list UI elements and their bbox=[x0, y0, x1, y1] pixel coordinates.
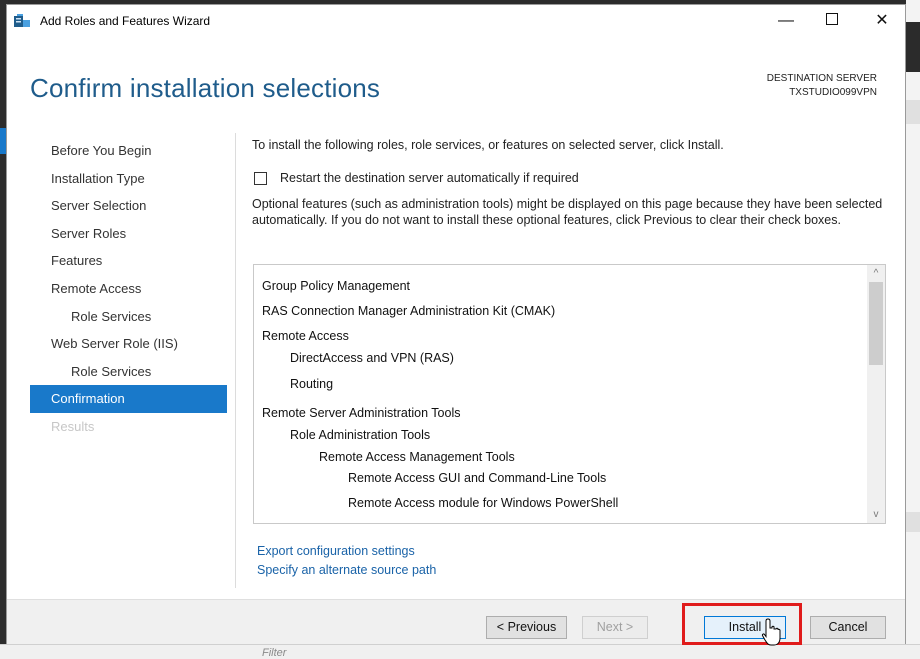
close-icon: ✕ bbox=[875, 12, 889, 29]
scroll-up-arrow-icon[interactable]: ^ bbox=[867, 265, 885, 282]
background-right-dark-strip bbox=[906, 22, 920, 72]
nav-item-server-roles[interactable]: Server Roles bbox=[30, 220, 227, 248]
cancel-button[interactable]: Cancel bbox=[810, 616, 886, 639]
restart-checkbox-label[interactable]: Restart the destination server automatic… bbox=[280, 171, 579, 185]
nav-item-features[interactable]: Features bbox=[30, 247, 227, 275]
minimize-icon: — bbox=[778, 12, 794, 29]
maximize-icon bbox=[826, 13, 838, 26]
nav-item-remote-access[interactable]: Remote Access bbox=[30, 275, 227, 303]
alternate-source-path-link[interactable]: Specify an alternate source path bbox=[257, 563, 436, 577]
list-item: Remote Access Management Tools bbox=[319, 450, 515, 464]
minimize-button[interactable]: — bbox=[763, 5, 809, 37]
background-right-strip bbox=[906, 512, 920, 532]
list-item: Remote Server Administration Tools bbox=[262, 406, 461, 420]
list-item: Group Policy Management bbox=[262, 279, 410, 293]
scroll-down-arrow-icon[interactable]: v bbox=[867, 506, 885, 523]
list-item: RAS Connection Manager Administration Ki… bbox=[262, 304, 556, 318]
list-item: Routing bbox=[290, 377, 334, 391]
restart-option: Restart the destination server automatic… bbox=[254, 171, 579, 185]
nav-item-web-server-role-services[interactable]: Role Services bbox=[30, 358, 227, 386]
features-scrollbar[interactable]: ^ v bbox=[867, 265, 885, 523]
nav-item-server-selection[interactable]: Server Selection bbox=[30, 192, 227, 220]
server-manager-app-icon bbox=[14, 14, 30, 27]
nav-item-results: Results bbox=[51, 418, 95, 434]
close-button[interactable]: ✕ bbox=[859, 5, 905, 37]
wizard-footer: < Previous Next > Install Cancel bbox=[7, 599, 905, 644]
nav-item-remote-access-role-services[interactable]: Role Services bbox=[30, 303, 227, 331]
background-bottom-toolbar: Filter bbox=[0, 644, 920, 659]
next-button: Next > bbox=[582, 616, 648, 639]
install-button[interactable]: Install bbox=[704, 616, 786, 639]
nav-item-installation-type[interactable]: Installation Type bbox=[30, 165, 227, 193]
restart-checkbox[interactable] bbox=[254, 171, 267, 185]
nav-item-web-server-role[interactable]: Web Server Role (IIS) bbox=[30, 330, 227, 358]
optional-features-note: Optional features (such as administratio… bbox=[252, 197, 883, 227]
previous-button[interactable]: < Previous bbox=[486, 616, 567, 639]
wizard-nav: Before You Begin Installation Type Serve… bbox=[30, 137, 227, 441]
features-list-content: Group Policy Management RAS Connection M… bbox=[254, 265, 866, 523]
features-list[interactable]: Group Policy Management RAS Connection M… bbox=[253, 264, 886, 524]
nav-divider bbox=[235, 133, 236, 588]
list-item: DirectAccess and VPN (RAS) bbox=[290, 351, 454, 365]
nav-item-confirmation[interactable]: Confirmation bbox=[30, 385, 227, 413]
background-right-panel bbox=[906, 0, 920, 658]
destination-server-name: TXSTUDIO099VPN bbox=[789, 87, 877, 98]
list-item: Remote Access bbox=[262, 329, 349, 343]
title-bar[interactable]: Add Roles and Features Wizard — ✕ bbox=[7, 5, 905, 37]
destination-server-info: DESTINATION SERVER TXSTUDIO099VPN bbox=[767, 72, 877, 100]
list-item: Remote Access module for Windows PowerSh… bbox=[348, 496, 619, 510]
filter-input-placeholder[interactable]: Filter bbox=[262, 647, 286, 659]
nav-item-before-you-begin[interactable]: Before You Begin bbox=[30, 137, 227, 165]
list-item: Remote Access GUI and Command-Line Tools bbox=[348, 471, 607, 485]
background-right-strip bbox=[906, 100, 920, 124]
maximize-button[interactable] bbox=[809, 5, 855, 37]
export-configuration-link[interactable]: Export configuration settings bbox=[257, 544, 415, 558]
list-item: Role Administration Tools bbox=[290, 428, 431, 442]
intro-text: To install the following roles, role ser… bbox=[252, 138, 724, 152]
destination-server-label: DESTINATION SERVER bbox=[766, 73, 877, 84]
window-title: Add Roles and Features Wizard bbox=[40, 14, 211, 28]
wizard-window: Add Roles and Features Wizard — ✕ Confir… bbox=[6, 4, 906, 644]
scrollbar-thumb[interactable] bbox=[869, 282, 883, 365]
page-title: Confirm installation selections bbox=[30, 73, 381, 103]
